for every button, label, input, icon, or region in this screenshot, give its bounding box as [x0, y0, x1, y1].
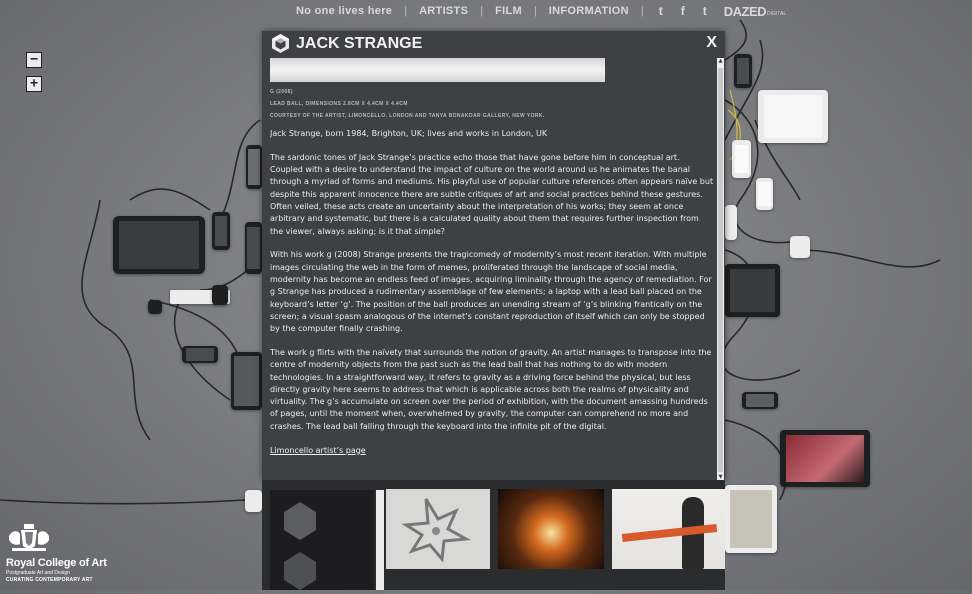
facebook-icon[interactable]: f	[672, 4, 694, 18]
phone-device	[734, 54, 752, 88]
thumbnail-item[interactable]	[498, 489, 604, 569]
nav-separator: |	[480, 5, 484, 17]
thumbnail-item[interactable]	[612, 489, 725, 569]
artist-modal: JACK STRANGE X G (2008) LEAD BALL, DIMEN…	[262, 31, 725, 480]
nav-separator: |	[404, 5, 408, 17]
phone-device	[212, 212, 230, 250]
rca-logo[interactable]: Royal College of Art Postgraduate Art an…	[6, 522, 107, 583]
phone-device	[742, 392, 778, 409]
modal-scrollbar[interactable]: ▲ ▼	[717, 58, 724, 480]
phone-device	[756, 178, 773, 210]
rca-course: CURATING CONTEMPORARY ART	[6, 577, 93, 583]
phone-device	[732, 140, 751, 178]
tablet-device	[113, 216, 205, 274]
sculpture-image	[401, 498, 471, 563]
twitter-icon[interactable]: t	[694, 4, 716, 18]
caption-materials: LEAD BALL, DIMENSIONS 2.8CM X 4.4CM X 4.…	[270, 101, 408, 107]
phone-device	[245, 222, 262, 274]
modal-content[interactable]: G (2008) LEAD BALL, DIMENSIONS 2.8CM X 4…	[270, 58, 714, 476]
bio-paragraph: With his work g (2008) Strange presents …	[270, 250, 712, 334]
zoom-out-button[interactable]: −	[26, 52, 42, 68]
caption-title: G (2008)	[270, 89, 293, 95]
tablet-device	[231, 352, 262, 410]
hexagon-shape-image	[284, 502, 316, 590]
tablet-device	[725, 485, 777, 553]
tumblr-icon[interactable]: t	[650, 4, 672, 18]
bio-paragraph: The work g flirts with the naïvety that …	[270, 347, 712, 431]
thumbnail-item[interactable]	[386, 489, 490, 569]
phone-device	[245, 490, 262, 512]
artwork-caption: G (2008) LEAD BALL, DIMENSIONS 2.8CM X 4…	[270, 89, 714, 119]
rca-name: Royal College of Art	[6, 557, 107, 569]
nav-item-no-one-lives-here[interactable]: No one lives here	[290, 5, 398, 17]
bio-paragraph: The sardonic tones of Jack Strange’s pra…	[270, 152, 714, 236]
zoom-in-button[interactable]: +	[26, 76, 42, 92]
tablet-device	[725, 264, 780, 317]
nav-item-information[interactable]: INFORMATION	[543, 5, 635, 17]
strip-scrollbar[interactable]	[376, 490, 384, 590]
charger-device	[790, 236, 810, 258]
artist-name-title: JACK STRANGE	[296, 35, 423, 52]
nav-separator: |	[533, 5, 537, 17]
close-button[interactable]: X	[706, 34, 717, 52]
tablet-device	[758, 90, 828, 143]
nav-item-film[interactable]: FILM	[489, 5, 528, 17]
limoncello-artist-link[interactable]: Limoncello artist’s page	[270, 446, 366, 455]
thumbnail-strip	[262, 480, 725, 590]
hexagon-logo-icon	[272, 34, 289, 53]
scrollbar-thumb[interactable]	[718, 68, 723, 472]
scroll-up-arrow-icon[interactable]: ▲	[717, 58, 724, 64]
phone-device	[246, 145, 262, 189]
phone-device	[182, 346, 218, 363]
nav-separator: |	[640, 5, 644, 17]
top-navigation: No one lives here | ARTISTS | FILM | INF…	[262, 0, 792, 22]
charger-device	[212, 285, 228, 305]
rca-subtitle: Postgraduate Art and Design	[6, 570, 70, 576]
dazed-digital-label: DIGITAL	[767, 11, 787, 17]
rca-crest-icon	[9, 524, 49, 551]
dazed-logo[interactable]: DAZED	[724, 4, 767, 19]
artwork-image	[270, 58, 605, 82]
tablet-device	[725, 205, 737, 240]
thumbnail-item[interactable]	[270, 490, 374, 590]
nav-item-artists[interactable]: ARTISTS	[413, 5, 474, 17]
modal-header: JACK STRANGE X	[262, 31, 725, 56]
charger-device	[148, 300, 162, 314]
tablet-device	[780, 430, 870, 487]
caption-credit: COURTESY OF THE ARTIST, LIMONCELLO, LOND…	[270, 113, 545, 119]
bio-paragraph: Jack Strange, born 1984, Brighton, UK; l…	[270, 129, 548, 138]
